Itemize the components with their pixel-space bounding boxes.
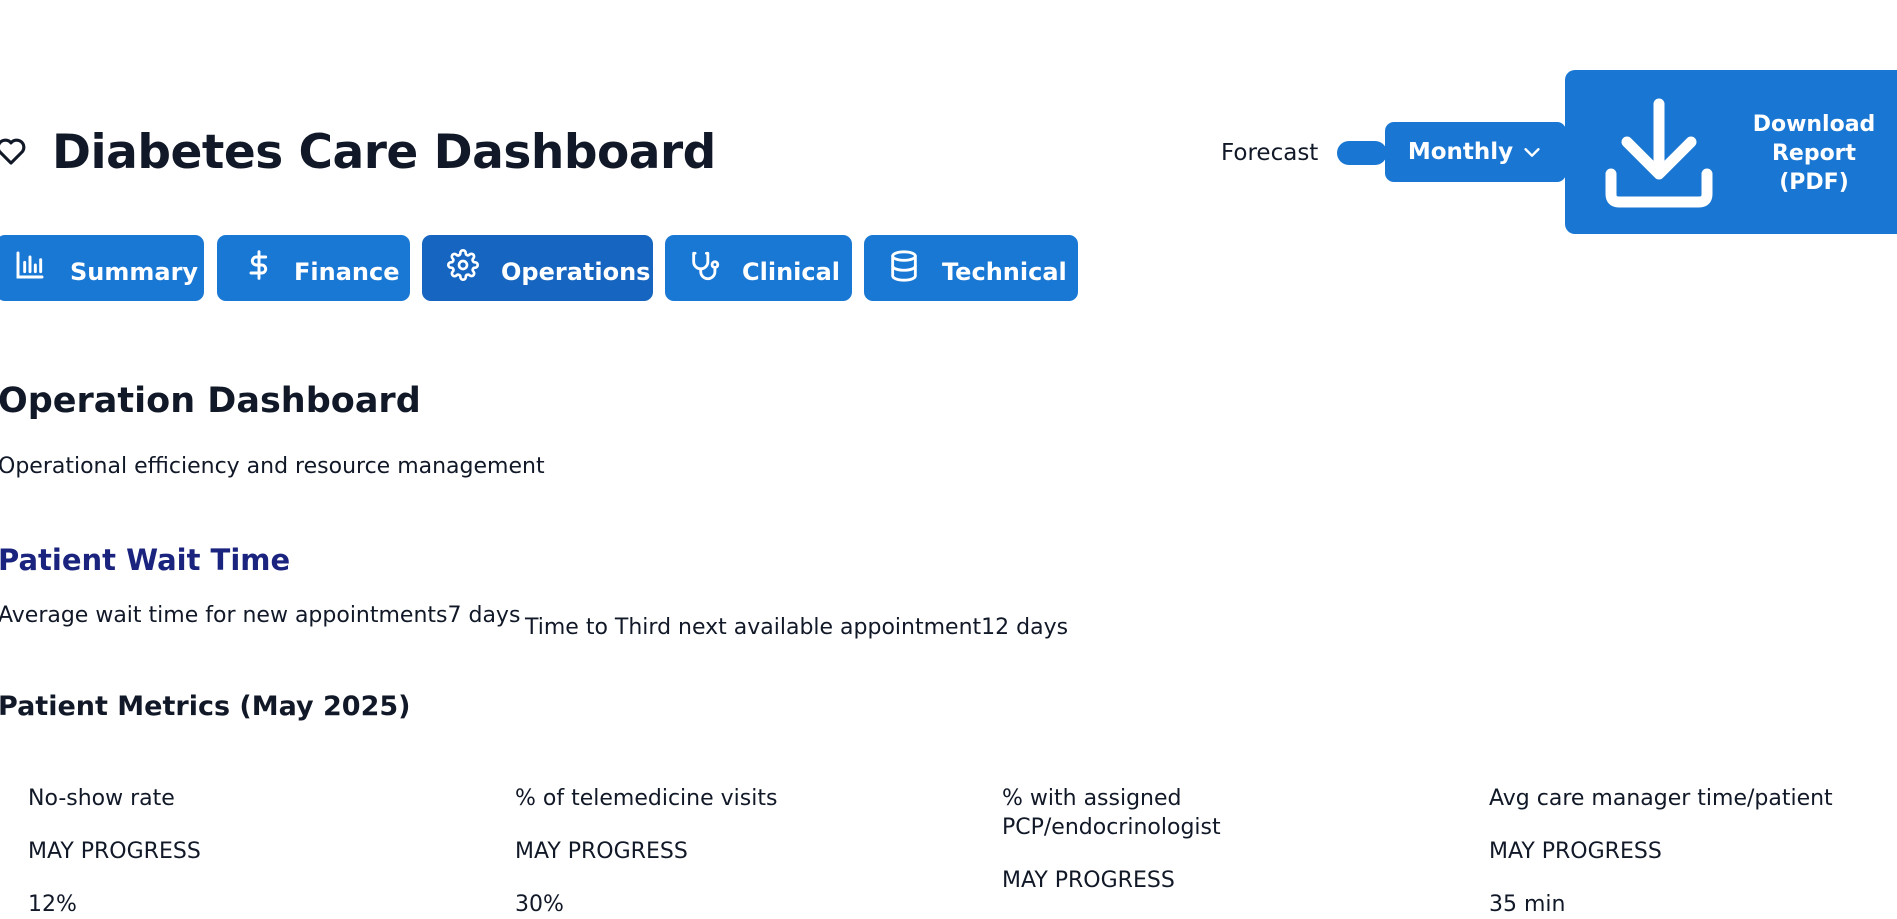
metric-card: % with assigned PCP/endocrinologist MAY … xyxy=(1002,784,1262,919)
metric-sublabel: MAY PROGRESS xyxy=(515,839,688,864)
period-dropdown-label: Monthly xyxy=(1407,139,1514,165)
forecast-toggle[interactable] xyxy=(1337,141,1387,165)
page-title: Diabetes Care Dashboard xyxy=(52,125,716,180)
metric-label: % of telemedicine visits xyxy=(515,786,778,811)
heart-icon xyxy=(0,138,26,165)
tab-summary[interactable]: Summary xyxy=(0,235,204,301)
forecast-label: Forecast xyxy=(1221,140,1319,166)
tab-clinical-label: Clinical xyxy=(742,258,841,286)
wait-time-item: Average wait time for new appointments7 … xyxy=(0,601,520,631)
tab-finance[interactable]: Finance xyxy=(217,235,410,301)
download-report-label: Download Report (PDF) xyxy=(1752,112,1876,195)
tab-technical-label: Technical xyxy=(942,258,1067,286)
metric-card: % of telemedicine visits MAY PROGRESS 30… xyxy=(515,784,955,919)
download-report-button[interactable]: Download Report (PDF) xyxy=(1565,70,1897,234)
wait-time-label: Average wait time for new appointments xyxy=(0,603,448,628)
wait-time-item: Time to Third next available appointment… xyxy=(525,613,1068,643)
metric-card: Avg care manager time/patient MAY PROGRE… xyxy=(1489,784,1889,919)
period-dropdown[interactable]: Monthly xyxy=(1385,122,1566,182)
wait-time-title: Patient Wait Time xyxy=(0,543,291,577)
section-subtitle: Operational efficiency and resource mana… xyxy=(0,454,545,479)
metric-label: Avg care manager time/patient xyxy=(1489,786,1833,811)
wait-time-value: 7 days xyxy=(447,603,521,628)
metric-sublabel: MAY PROGRESS xyxy=(1002,868,1175,893)
metrics-title: Patient Metrics (May 2025) xyxy=(0,691,411,722)
metric-value: 12% xyxy=(28,892,77,917)
metric-value: 30% xyxy=(515,892,564,917)
database-icon xyxy=(891,250,917,282)
metric-value: 35 min xyxy=(1489,892,1566,917)
metric-sublabel: MAY PROGRESS xyxy=(1489,839,1662,864)
tab-finance-label: Finance xyxy=(294,258,400,286)
wait-time-value: 12 days xyxy=(981,615,1069,640)
metric-card: No-show rate MAY PROGRESS 12% xyxy=(28,784,468,919)
metric-label: % with assigned PCP/endocrinologist xyxy=(1002,786,1221,840)
metric-sublabel: MAY PROGRESS xyxy=(28,839,201,864)
chevron-down-icon xyxy=(1524,148,1540,157)
tab-operations[interactable]: Operations xyxy=(422,235,653,301)
bar-chart-icon xyxy=(16,251,44,279)
tab-technical[interactable]: Technical xyxy=(864,235,1078,301)
metric-label: No-show rate xyxy=(28,786,175,811)
dollar-icon xyxy=(249,250,268,280)
tab-summary-label: Summary xyxy=(70,258,199,286)
wait-time-label: Time to Third next available appointment xyxy=(525,615,982,640)
tab-clinical[interactable]: Clinical xyxy=(665,235,852,301)
gear-icon xyxy=(447,249,479,281)
section-title: Operation Dashboard xyxy=(0,381,421,421)
tab-operations-label: Operations xyxy=(501,258,651,286)
stethoscope-icon xyxy=(692,251,720,281)
download-icon xyxy=(1605,98,1713,208)
